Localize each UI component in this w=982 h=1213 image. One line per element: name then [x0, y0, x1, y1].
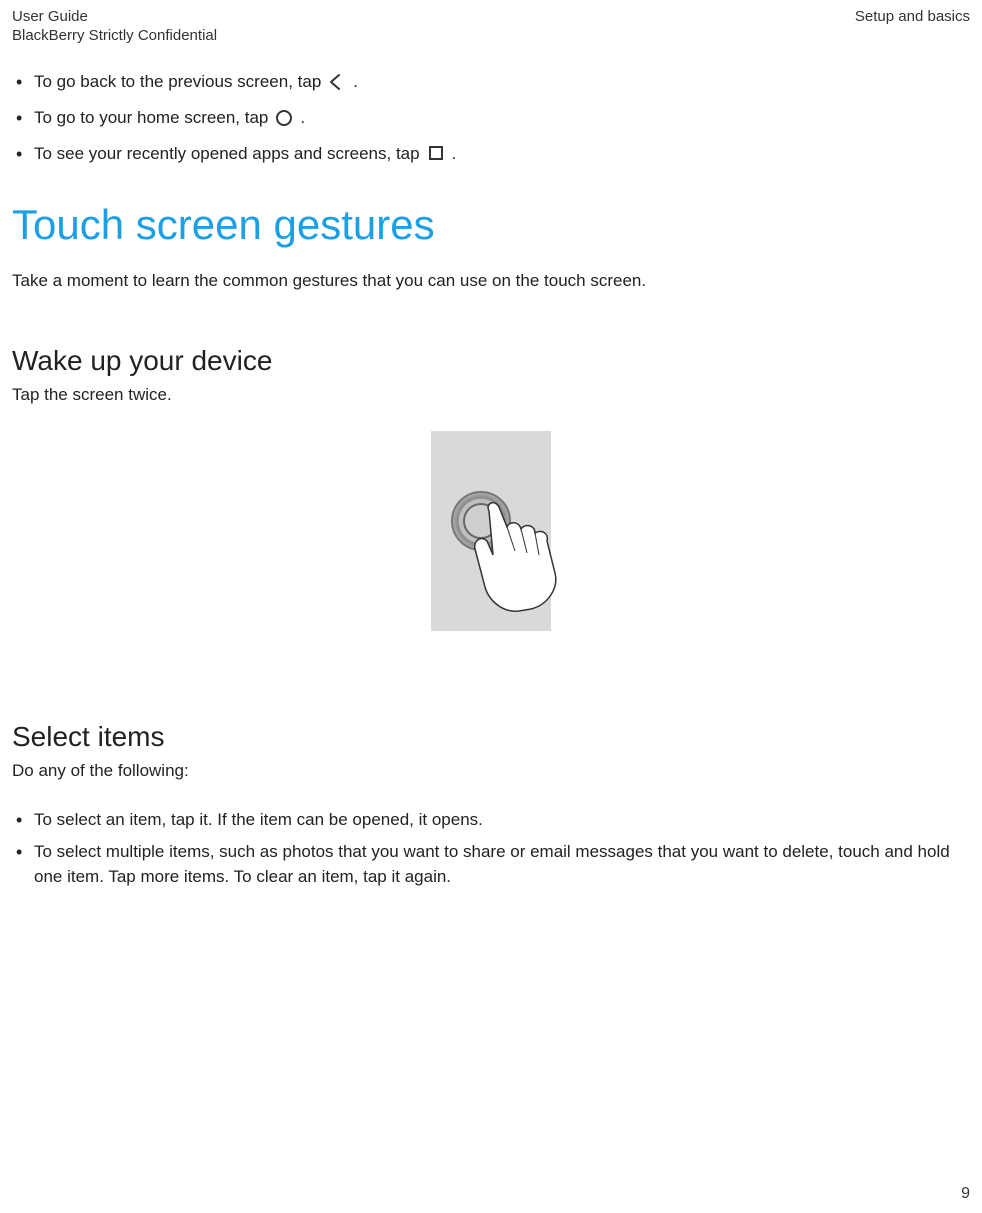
select-bullet-2: To select multiple items, such as photos… [12, 839, 970, 890]
nav-home-pre: To go to your home screen, tap [34, 106, 268, 130]
recent-square-icon [426, 143, 446, 163]
nav-home-post: . [300, 106, 305, 130]
back-icon [327, 72, 347, 92]
page-title: Touch screen gestures [12, 201, 970, 249]
nav-recent-item: To see your recently opened apps and scr… [12, 142, 970, 166]
header-right: Setup and basics [855, 8, 970, 25]
select-heading: Select items [12, 721, 970, 753]
wake-text: Tap the screen twice. [12, 385, 970, 405]
wake-heading: Wake up your device [12, 345, 970, 377]
home-circle-icon [274, 108, 294, 128]
nav-home-item: To go to your home screen, tap . [12, 106, 970, 130]
nav-back-item: To go back to the previous screen, tap . [12, 70, 970, 94]
nav-back-pre: To go back to the previous screen, tap [34, 70, 321, 94]
header-left-line2: BlackBerry Strictly Confidential [12, 27, 970, 44]
header-left-line1: User Guide [12, 8, 88, 25]
nav-recent-pre: To see your recently opened apps and scr… [34, 142, 420, 166]
select-intro: Do any of the following: [12, 761, 970, 781]
nav-recent-post: . [452, 142, 457, 166]
select-bullet-1: To select an item, tap it. If the item c… [12, 807, 970, 833]
nav-bullet-list: To go back to the previous screen, tap .… [12, 70, 970, 165]
page-number: 9 [961, 1185, 970, 1203]
nav-back-post: . [353, 70, 358, 94]
lead-text: Take a moment to learn the common gestur… [12, 271, 970, 291]
gesture-device-rect [431, 431, 551, 631]
select-bullet-list: To select an item, tap it. If the item c… [12, 807, 970, 890]
wake-gesture-figure [12, 431, 970, 631]
